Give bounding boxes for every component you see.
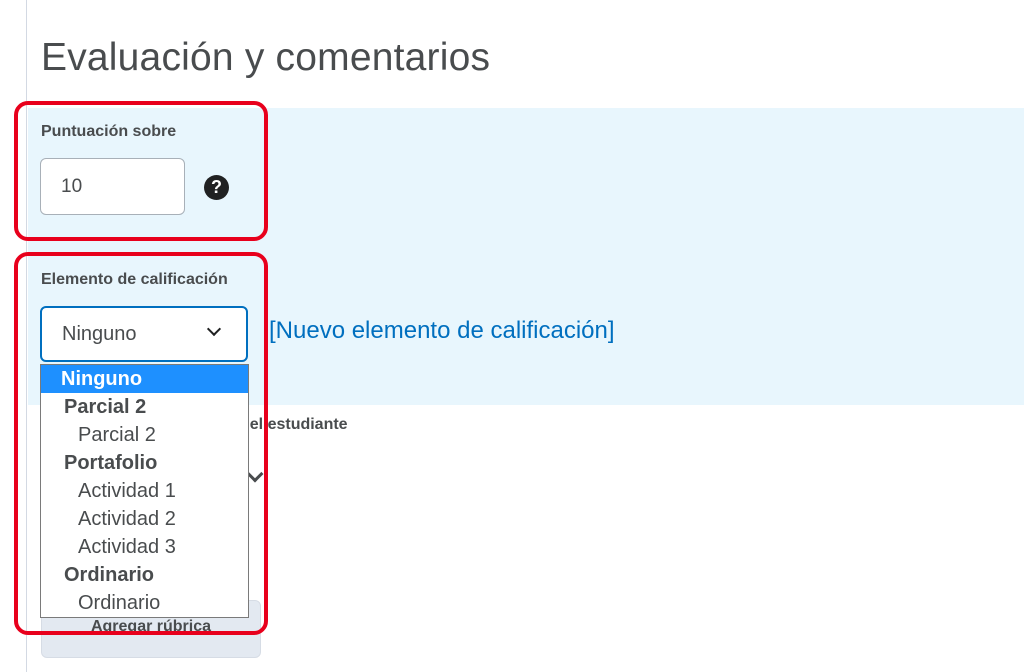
dropdown-option[interactable]: Actividad 2 (41, 505, 248, 533)
score-label: Puntuación sobre (41, 123, 177, 140)
grade-item-select[interactable]: Ninguno (40, 306, 248, 362)
grade-item-label: Elemento de calificación (41, 271, 228, 288)
left-divider (26, 0, 27, 672)
score-input[interactable] (40, 158, 185, 215)
grade-item-dropdown-list[interactable]: Ninguno Parcial 2 Parcial 2 Portafolio Activ… (40, 364, 249, 618)
chevron-down-icon (206, 321, 222, 337)
dropdown-option[interactable]: Actividad 3 (41, 533, 248, 561)
dropdown-option-selected[interactable]: Ninguno (41, 365, 248, 393)
new-grade-item-link[interactable]: [Nuevo elemento de calificación] (269, 317, 615, 345)
page-title: Evaluación y comentarios (41, 36, 491, 79)
dropdown-option[interactable]: Parcial 2 (41, 421, 248, 449)
student-label-fragment: del estudiante (240, 416, 348, 433)
chevron-down-icon[interactable] (246, 465, 264, 483)
dropdown-optgroup-label: Parcial 2 (64, 396, 147, 418)
dropdown-option[interactable]: Actividad 1 (41, 477, 248, 505)
question-circle-icon[interactable]: ? (204, 175, 229, 200)
dropdown-optgroup-label: Ordinario (64, 564, 155, 586)
grade-item-selected-value: Ninguno (62, 323, 137, 345)
dropdown-optgroup-label: Portafolio (64, 452, 158, 474)
dropdown-option[interactable]: Ordinario (41, 589, 248, 617)
